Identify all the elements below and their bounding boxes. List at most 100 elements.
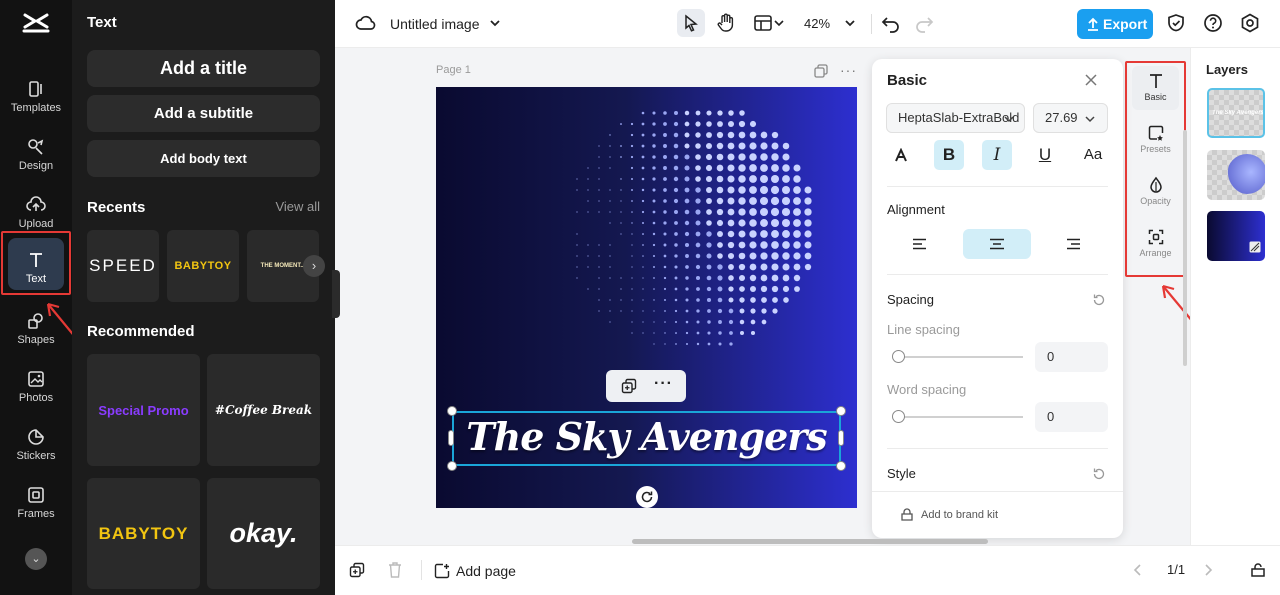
page-more-icon[interactable]: ··· [840,62,857,78]
cloud-icon[interactable] [355,12,377,34]
recents-next-chevron-icon[interactable]: › [303,255,325,277]
add-page-button[interactable]: Add page [434,560,516,582]
layer-thumbnail-text[interactable]: The Sky Avengers [1207,88,1265,138]
halftone-dot [750,264,757,271]
recommended-card[interactable]: #Coffee Break [207,354,320,466]
font-size-select[interactable]: 27.69 [1033,103,1108,133]
halftone-dot [663,188,667,192]
halftone-dot [642,189,644,191]
halftone-dot [706,165,712,171]
recommended-card[interactable]: Special Promo [87,354,200,466]
resize-handle[interactable] [448,430,454,446]
select-tool-button[interactable] [677,9,705,37]
halftone-dot [642,134,645,137]
halftone-dot [609,211,610,212]
resize-handle[interactable] [836,461,846,471]
halftone-dot [804,208,811,215]
recent-card[interactable]: SPEED [87,230,159,302]
align-center-button[interactable] [963,229,1031,259]
capcut-logo-icon[interactable] [22,10,50,36]
left-rail: Templates Design Upload Text Shapes Phot… [0,0,72,595]
align-right-button[interactable] [1039,229,1107,259]
recommended-card[interactable]: BABYTOY [87,478,200,589]
copy-page-icon[interactable] [349,562,365,578]
close-icon[interactable] [1084,73,1098,87]
vertical-scrollbar[interactable] [1183,130,1187,366]
shield-icon[interactable] [1165,12,1187,34]
next-page-icon[interactable] [1202,562,1214,578]
rail-item-templates[interactable]: Templates [0,73,72,129]
add-subtitle-button[interactable]: Add a subtitle [87,95,320,132]
export-button[interactable]: Export [1077,9,1153,39]
collapse-pages-icon[interactable] [1250,561,1266,579]
divider [421,560,422,580]
halftone-dot [697,332,700,335]
zoom-chevron-icon[interactable] [843,12,857,34]
trash-icon[interactable] [387,561,403,579]
word-spacing-slider-knob[interactable] [892,410,905,423]
resize-handle[interactable] [836,406,846,416]
bold-button[interactable]: B [934,140,964,170]
line-spacing-slider[interactable] [893,356,1023,358]
resize-handle[interactable] [447,461,457,471]
horizontal-scrollbar[interactable] [632,539,988,544]
recommended-card[interactable]: okay. [207,478,320,589]
rotate-handle[interactable] [636,486,658,508]
halftone-dot [728,220,735,227]
undo-icon[interactable] [880,12,902,34]
rail-item-design[interactable]: Design [0,131,72,187]
underline-button[interactable]: U [1030,140,1060,170]
hand-icon[interactable] [715,12,737,34]
view-all-link[interactable]: View all [275,199,320,214]
copy-icon[interactable] [621,378,637,394]
zoom-level[interactable]: 42% [804,16,830,31]
chevron-down-icon[interactable] [488,12,502,34]
document-title[interactable]: Untitled image [390,16,480,32]
italic-button[interactable]: I [982,140,1012,170]
recent-card[interactable]: BABYTOY [167,230,239,302]
add-body-text-button[interactable]: Add body text [87,140,320,177]
layout-chevron-icon[interactable] [773,12,785,34]
settings-gear-icon[interactable] [1239,12,1261,34]
halftone-dot [750,121,756,127]
word-spacing-slider[interactable] [893,416,1023,418]
previous-page-icon[interactable] [1132,562,1144,578]
text-case-button[interactable]: Aa [1078,140,1108,170]
layout-icon[interactable] [752,12,774,34]
headline-text[interactable]: The Sky Avengers [436,414,857,459]
halftone-dot [782,208,790,216]
word-spacing-input[interactable]: 0 [1035,402,1108,432]
resize-handle[interactable] [447,406,457,416]
halftone-dot [761,275,768,282]
rail-item-stickers[interactable]: Stickers [0,421,72,477]
layer-thumbnail-background[interactable] [1207,211,1265,261]
panel-collapse-handle[interactable] [332,270,340,318]
layer-thumbnail-sphere[interactable] [1207,150,1265,200]
add-title-button[interactable]: Add a title [87,50,320,87]
halftone-dot [793,219,801,227]
rail-more-chevron-icon[interactable]: ⌄ [25,548,47,570]
rail-item-frames[interactable]: Frames [0,479,72,535]
line-spacing-input[interactable]: 0 [1035,342,1108,372]
line-spacing-slider-knob[interactable] [892,350,905,363]
more-options-icon[interactable]: ··· [654,375,673,393]
reset-icon[interactable] [1092,293,1106,307]
halftone-dot [653,222,656,225]
rail-item-shapes[interactable]: Shapes [0,305,72,361]
halftone-dot [739,264,745,270]
halftone-dot [675,299,678,302]
recommended-card-label: BABYTOY [99,524,189,544]
rail-label: Shapes [17,334,54,346]
halftone-dot [772,132,778,138]
add-to-brand-kit-button[interactable]: Add to brand kit [872,491,1123,538]
halftone-dot [674,111,678,115]
duplicate-page-icon[interactable] [814,64,828,78]
rail-item-photos[interactable]: Photos [0,363,72,419]
align-left-button[interactable] [886,229,954,259]
reset-icon[interactable] [1092,467,1106,481]
text-color-button[interactable] [886,140,916,170]
help-icon[interactable] [1202,12,1224,34]
resize-handle[interactable] [838,430,844,446]
redo-icon[interactable] [913,12,935,34]
halftone-dot [684,154,689,159]
